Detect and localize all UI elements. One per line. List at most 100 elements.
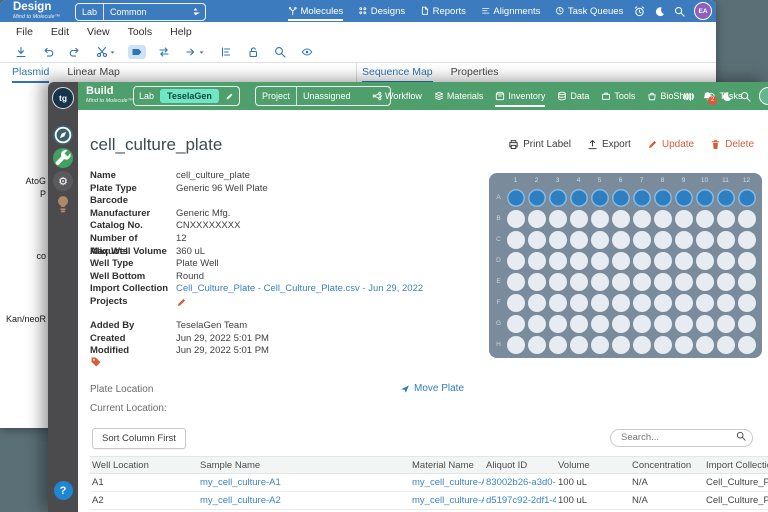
plate-well-H12[interactable] bbox=[736, 334, 757, 355]
plate-well-F3[interactable] bbox=[547, 292, 568, 313]
plate-well-C5[interactable] bbox=[589, 229, 610, 250]
plate-well-H3[interactable] bbox=[547, 334, 568, 355]
plate-well-H7[interactable] bbox=[631, 334, 652, 355]
design-lab-selector[interactable]: Lab Common bbox=[75, 3, 206, 21]
plate-well-D4[interactable] bbox=[568, 250, 589, 271]
plate-well-G10[interactable] bbox=[694, 313, 715, 334]
plate-well-D11[interactable] bbox=[715, 250, 736, 271]
plate-well-C7[interactable] bbox=[631, 229, 652, 250]
plate-well-E6[interactable] bbox=[610, 271, 631, 292]
plate-well-G5[interactable] bbox=[589, 313, 610, 334]
plate-well-B4[interactable] bbox=[568, 208, 589, 229]
design-nav-task-queues[interactable]: Task Queues bbox=[555, 0, 623, 22]
plate-well-F10[interactable] bbox=[694, 292, 715, 313]
plate-well-F2[interactable] bbox=[526, 292, 547, 313]
plate-well-C11[interactable] bbox=[715, 229, 736, 250]
moon-icon[interactable] bbox=[654, 6, 665, 17]
design-nav-reports[interactable]: Reports bbox=[420, 0, 466, 22]
plate-well-B10[interactable] bbox=[694, 208, 715, 229]
search-input[interactable] bbox=[610, 429, 753, 447]
plate-well-F5[interactable] bbox=[589, 292, 610, 313]
build-nav-data[interactable]: Data bbox=[557, 82, 589, 110]
plate-well-D6[interactable] bbox=[610, 250, 631, 271]
plate-well-C10[interactable] bbox=[694, 229, 715, 250]
print-label-button[interactable]: Print Label bbox=[508, 139, 571, 150]
plate-well-A10[interactable] bbox=[694, 187, 715, 208]
toolbar-search-icon[interactable] bbox=[271, 45, 289, 59]
plate-well-A12[interactable] bbox=[736, 187, 757, 208]
tag-icon[interactable] bbox=[90, 356, 102, 368]
plate-well-A6[interactable] bbox=[610, 187, 631, 208]
plate-well-C1[interactable] bbox=[505, 229, 526, 250]
tab-properties[interactable]: Properties bbox=[451, 62, 499, 83]
plate-well-A1[interactable] bbox=[505, 187, 526, 208]
plate-well-E11[interactable] bbox=[715, 271, 736, 292]
plate-well-G8[interactable] bbox=[652, 313, 673, 334]
plate-well-C8[interactable] bbox=[652, 229, 673, 250]
plate-well-G11[interactable] bbox=[715, 313, 736, 334]
toolbar-unlock-icon[interactable] bbox=[244, 45, 262, 59]
column-header[interactable]: Concentration bbox=[630, 460, 704, 471]
toolbar-cut-icon[interactable] bbox=[93, 45, 119, 59]
plate-well-E7[interactable] bbox=[631, 271, 652, 292]
cell-material[interactable]: my_cell_culture-A2 bbox=[410, 495, 484, 506]
plate-well-F1[interactable] bbox=[505, 292, 526, 313]
column-header[interactable]: Material Name bbox=[410, 460, 484, 471]
plate-well-H1[interactable] bbox=[505, 334, 526, 355]
plate-well-E5[interactable] bbox=[589, 271, 610, 292]
plate-well-D7[interactable] bbox=[631, 250, 652, 271]
design-nav-molecules[interactable]: Molecules bbox=[288, 0, 343, 22]
update-button[interactable]: Update bbox=[647, 139, 694, 150]
toolbar-redo-icon[interactable] bbox=[66, 45, 84, 59]
plate-well-D3[interactable] bbox=[547, 250, 568, 271]
plate-well-B2[interactable] bbox=[526, 208, 547, 229]
plate-well-D1[interactable] bbox=[505, 250, 526, 271]
plate-well-G3[interactable] bbox=[547, 313, 568, 334]
design-lab-value[interactable]: Common bbox=[104, 4, 186, 20]
plate-well-A4[interactable] bbox=[568, 187, 589, 208]
build-nav-materials[interactable]: Materials bbox=[434, 82, 484, 110]
plate-well-D8[interactable] bbox=[652, 250, 673, 271]
menu-tools[interactable]: Tools bbox=[128, 26, 153, 38]
cell-aliquot[interactable]: d5197c92-2df1-40... bbox=[484, 495, 556, 506]
schedule-icon[interactable] bbox=[634, 6, 645, 17]
plate-well-E4[interactable] bbox=[568, 271, 589, 292]
plate-well-B12[interactable] bbox=[736, 208, 757, 229]
tab-sequence-map[interactable]: Sequence Map bbox=[362, 62, 433, 83]
plate-well-C9[interactable] bbox=[673, 229, 694, 250]
plate-well-H2[interactable] bbox=[526, 334, 547, 355]
plate-well-H9[interactable] bbox=[673, 334, 694, 355]
plate-well-C2[interactable] bbox=[526, 229, 547, 250]
plate-well-B9[interactable] bbox=[673, 208, 694, 229]
plate-well-F8[interactable] bbox=[652, 292, 673, 313]
build-project-selector[interactable]: Project Unassigned bbox=[255, 86, 391, 106]
plate-well-B5[interactable] bbox=[589, 208, 610, 229]
build-lab-value[interactable]: TeselaGen bbox=[160, 89, 219, 103]
user-avatar[interactable]: EA bbox=[694, 2, 712, 20]
column-header[interactable]: Volume bbox=[556, 460, 630, 471]
menu-edit[interactable]: Edit bbox=[51, 26, 69, 38]
plate-well-G2[interactable] bbox=[526, 313, 547, 334]
design-nav-designs[interactable]: Designs bbox=[358, 0, 405, 22]
tab-linear-map[interactable]: Linear Map bbox=[67, 62, 120, 83]
cell-aliquot[interactable]: 83002b26-a3d0-4... bbox=[484, 477, 556, 488]
plate-well-A3[interactable] bbox=[547, 187, 568, 208]
field-value[interactable]: Cell_Culture_Plate - Cell_Culture_Plate.… bbox=[176, 283, 423, 296]
tab-plasmid[interactable]: Plasmid bbox=[12, 62, 49, 83]
column-header[interactable]: Sample Name bbox=[198, 460, 410, 471]
plate-well-H4[interactable] bbox=[568, 334, 589, 355]
toolbar-forward-icon[interactable] bbox=[182, 45, 208, 59]
menu-help[interactable]: Help bbox=[170, 26, 192, 38]
build-lab-selector[interactable]: Lab TeselaGen bbox=[133, 86, 240, 106]
plate-well-H6[interactable] bbox=[610, 334, 631, 355]
plate-well-G1[interactable] bbox=[505, 313, 526, 334]
toolbar-swap-icon[interactable] bbox=[155, 45, 173, 59]
build-nav-workflow[interactable]: Workflow bbox=[372, 82, 422, 110]
plate-well-C3[interactable] bbox=[547, 229, 568, 250]
design-nav-alignments[interactable]: Alignments bbox=[481, 0, 541, 22]
toolbar-eye-icon[interactable] bbox=[298, 45, 316, 59]
plate-well-C6[interactable] bbox=[610, 229, 631, 250]
edit-projects-icon[interactable] bbox=[176, 297, 187, 308]
bell-icon[interactable]: 2 bbox=[702, 91, 713, 102]
plate-well-H10[interactable] bbox=[694, 334, 715, 355]
